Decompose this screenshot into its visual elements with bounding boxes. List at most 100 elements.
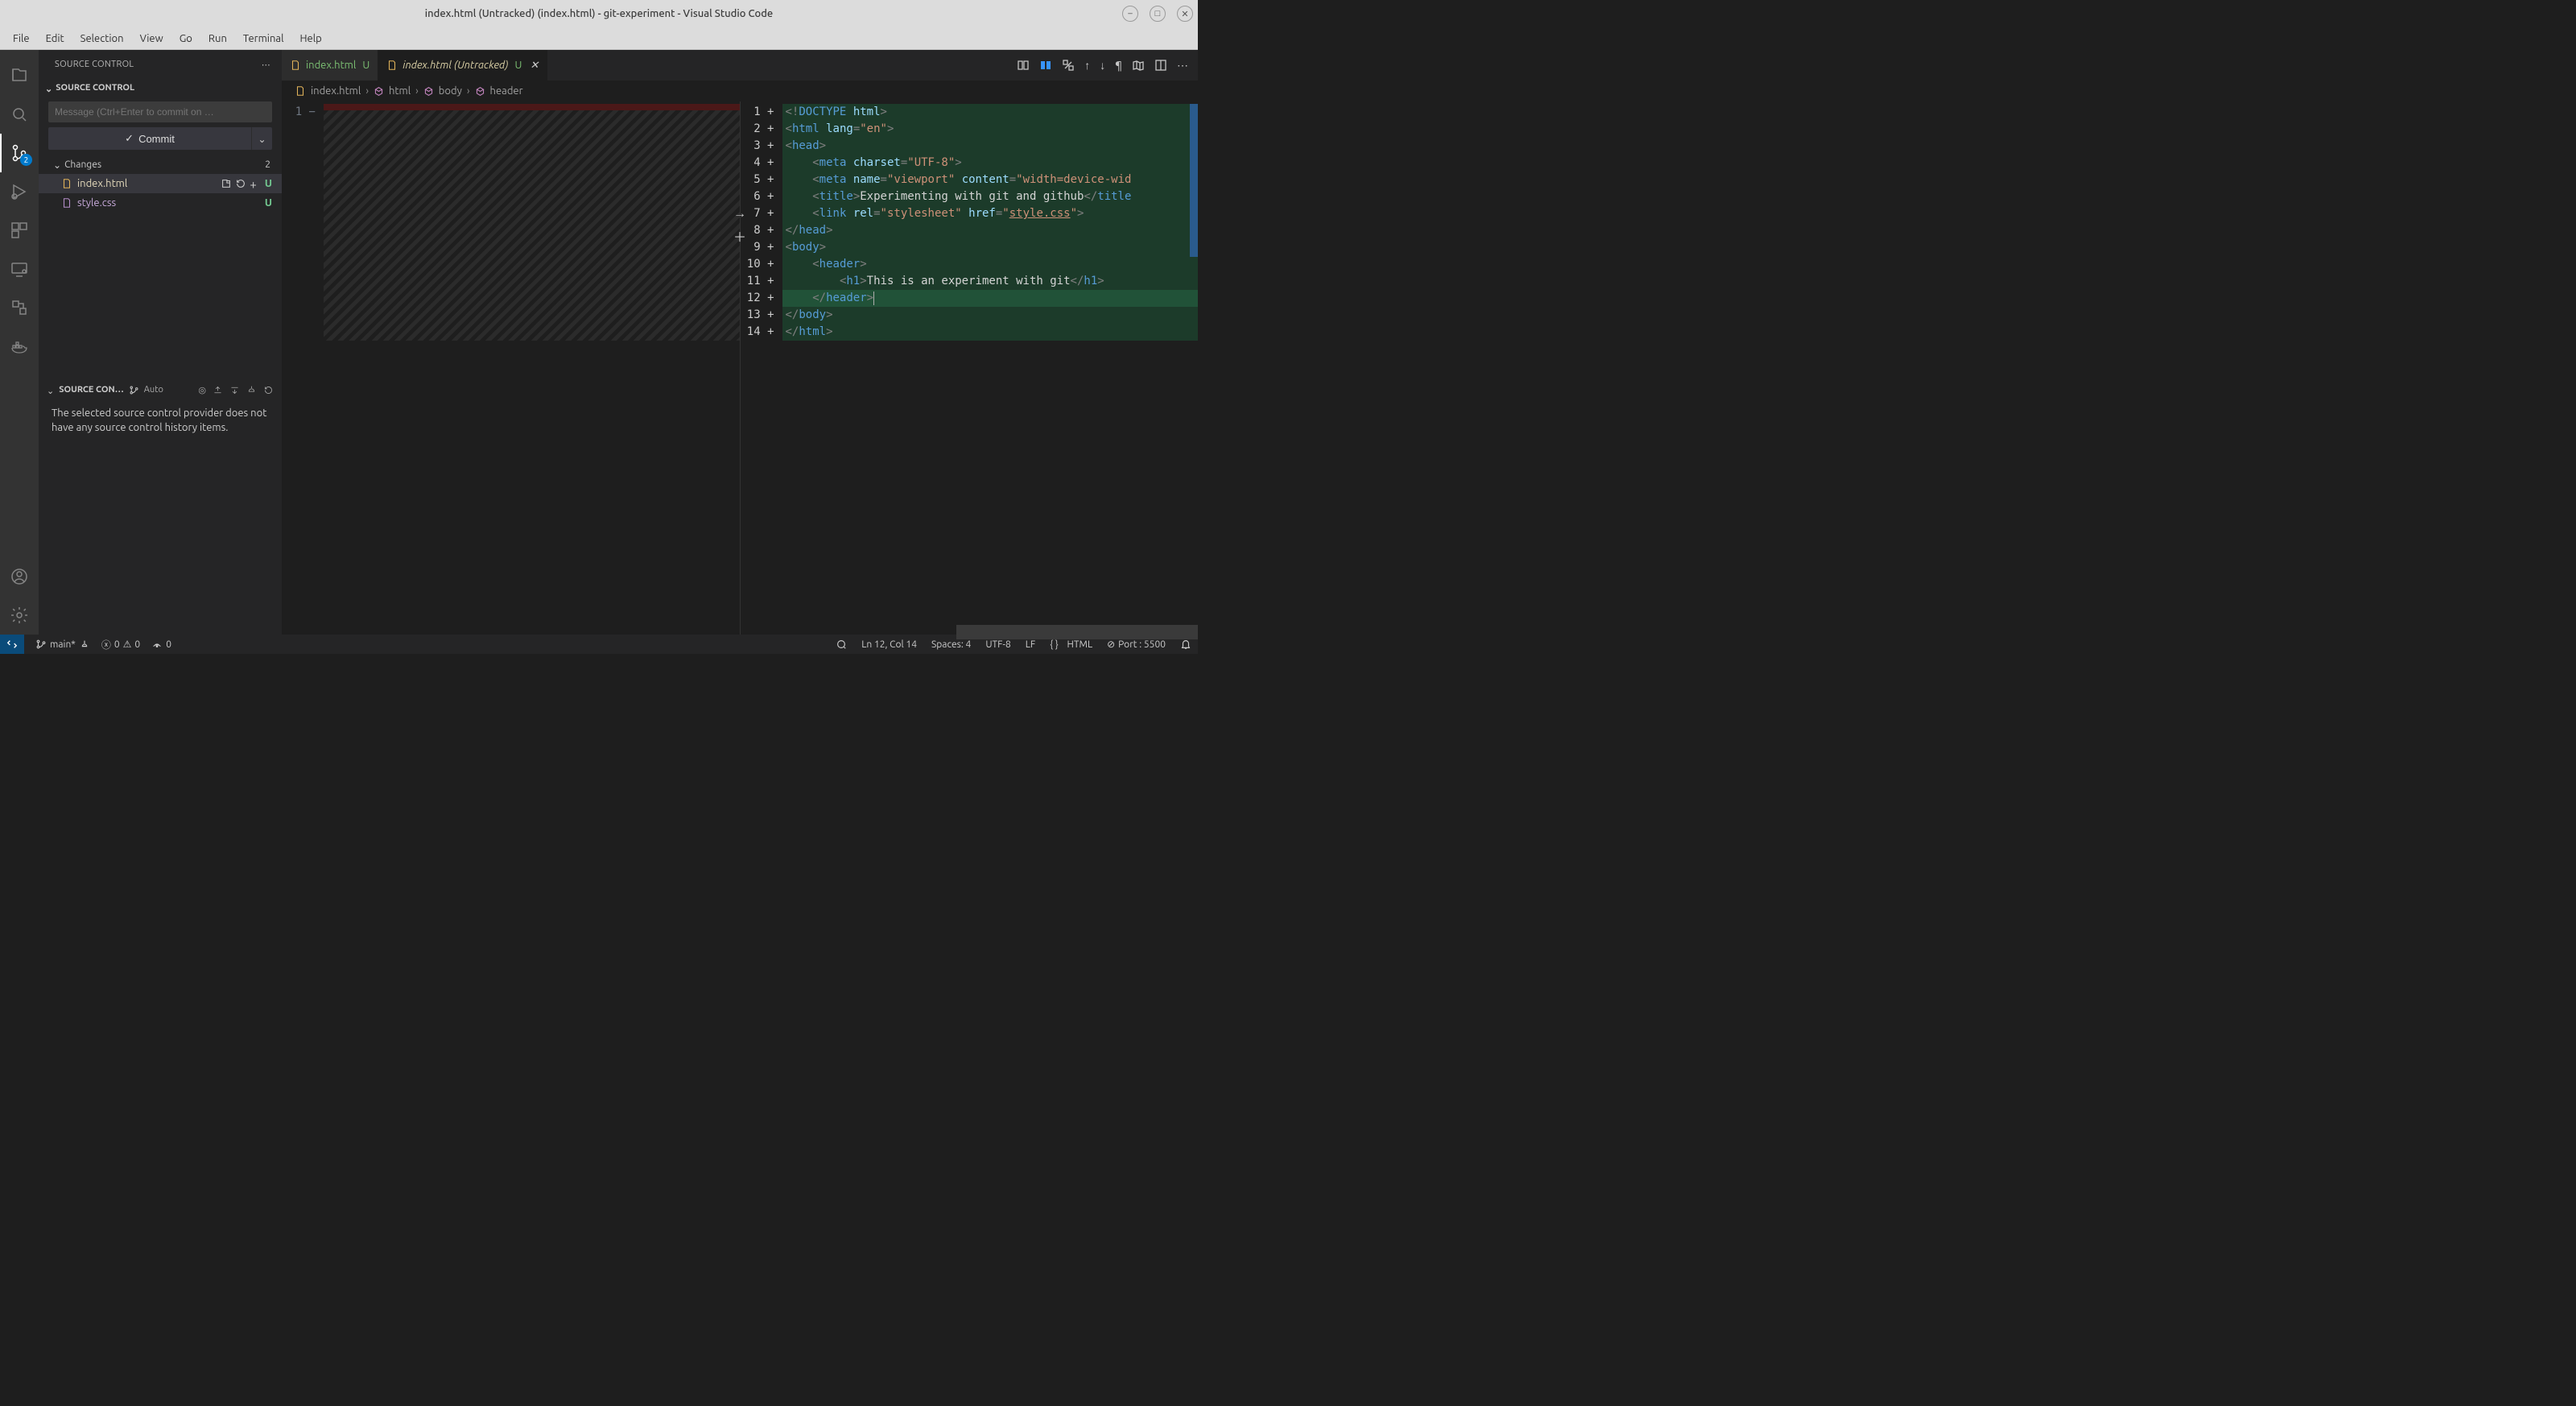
docker-icon[interactable] — [0, 327, 39, 366]
encoding[interactable]: UTF-8 — [985, 639, 1010, 650]
overview-ruler[interactable] — [1190, 104, 1198, 257]
graph-title: SOURCE CON… — [59, 385, 124, 395]
scm-graph-header[interactable]: ⌄ SOURCE CON… Auto ◎ — [39, 378, 282, 401]
maximize-button[interactable]: □ — [1150, 6, 1166, 22]
menu-help[interactable]: Help — [291, 30, 329, 48]
main-area: 2 SOURCE CONTROL — [0, 50, 1198, 635]
scm-section-title: SOURCE CONTROL — [56, 83, 134, 93]
tab-status: U — [362, 60, 369, 71]
menubar: FileEditSelectionViewGoRunTerminalHelp — [0, 27, 1198, 50]
show-changes-icon[interactable] — [1017, 59, 1030, 72]
graph-empty-message: The selected source control provider doe… — [39, 401, 282, 635]
html-file-icon — [61, 178, 72, 189]
diff-modified-pane[interactable]: 1 +2 +3 +4 +5 +6 +7 +8 +9 +10 +11 +12 +1… — [741, 101, 1199, 635]
arrow-down-icon[interactable]: ↓ — [1100, 59, 1105, 72]
feedback-icon[interactable] — [836, 639, 847, 650]
swap-icon[interactable] — [1062, 59, 1075, 72]
crumb-header[interactable]: header — [490, 85, 523, 97]
language-mode[interactable]: { } HTML — [1050, 639, 1092, 650]
commit-label: Commit — [138, 133, 175, 145]
sidebar: SOURCE CONTROL ⋯ ⌄ SOURCE CONTROL ✓ Comm… — [39, 50, 282, 635]
menu-go[interactable]: Go — [171, 30, 200, 48]
commit-button[interactable]: ✓ Commit — [48, 127, 251, 150]
error-icon: ⓧ — [101, 638, 111, 651]
crumb-body[interactable]: body — [439, 85, 462, 97]
changes-header[interactable]: ⌄ Changes 2 — [39, 155, 282, 174]
remote-explorer-icon[interactable] — [0, 250, 39, 288]
graph-tool-3[interactable] — [229, 385, 240, 395]
revert-arrow-icon[interactable]: → — [733, 206, 746, 221]
indentation[interactable]: Spaces: 4 — [931, 639, 971, 650]
plus-icon[interactable]: ＋ — [733, 226, 746, 246]
minimap[interactable] — [956, 625, 1198, 639]
tab-label: index.html (Untracked) — [402, 60, 508, 71]
live-server-port[interactable]: ⊘Port : 5500 — [1107, 639, 1166, 650]
eol[interactable]: LF — [1026, 639, 1035, 650]
crumb-file[interactable]: index.html — [311, 85, 361, 97]
crumb-html[interactable]: html — [389, 85, 411, 97]
branch-name: main* — [50, 639, 76, 650]
problems-indicator[interactable]: ⓧ0 ⚠0 — [101, 638, 140, 651]
diff-original-pane[interactable]: 1 − — [282, 101, 741, 635]
whitespace-icon[interactable]: ¶ — [1115, 59, 1122, 72]
tab-index-html-untracked[interactable]: index.html (Untracked) U ✕ — [378, 50, 547, 81]
broadcast-icon: ⊘ — [1107, 639, 1115, 650]
discard-icon[interactable] — [235, 178, 246, 189]
tab-label: index.html — [306, 60, 356, 71]
cursor-position[interactable]: Ln 12, Col 14 — [861, 639, 917, 650]
changes-count: 2 — [265, 159, 272, 170]
removed-placeholder — [324, 104, 740, 341]
graph-tool-1[interactable]: ◎ — [198, 385, 206, 395]
commit-message-input[interactable] — [48, 101, 272, 122]
tab-close-icon[interactable]: ✕ — [530, 60, 539, 72]
source-control-icon[interactable]: 2 — [0, 134, 39, 172]
menu-edit[interactable]: Edit — [38, 30, 72, 48]
change-item-style[interactable]: style.css U — [39, 193, 282, 213]
menu-view[interactable]: View — [132, 30, 171, 48]
close-button[interactable]: ✕ — [1177, 6, 1193, 22]
check-icon: ✓ — [125, 132, 134, 145]
commit-dropdown[interactable]: ⌄ — [251, 127, 272, 150]
scm-badge: 2 — [20, 154, 32, 166]
stage-icon[interactable]: + — [250, 177, 256, 191]
radio-indicator[interactable]: 0 — [151, 639, 171, 650]
code-area[interactable]: <!DOCTYPE html><html lang="en"><head> <m… — [782, 101, 1199, 635]
scm-section-header[interactable]: ⌄ SOURCE CONTROL — [39, 79, 282, 97]
graph-tool-2[interactable] — [213, 385, 223, 395]
search-icon[interactable] — [0, 95, 39, 134]
open-file-icon[interactable] — [221, 178, 232, 189]
warning-icon: ⚠ — [123, 639, 132, 650]
breadcrumb[interactable]: index.html › html › body › header — [282, 81, 1198, 101]
gutter-left: 1 − — [282, 101, 324, 635]
menu-selection[interactable]: Selection — [72, 30, 132, 48]
sidebar-title: SOURCE CONTROL — [55, 60, 134, 69]
menu-file[interactable]: File — [5, 30, 38, 48]
tab-index-html[interactable]: index.html U — [282, 50, 378, 81]
toggle-inline-icon[interactable] — [1039, 59, 1052, 72]
activity-bar: 2 — [0, 50, 39, 635]
arrow-up-icon[interactable]: ↑ — [1084, 59, 1090, 72]
more-icon[interactable]: ⋯ — [262, 60, 270, 70]
notifications-icon[interactable] — [1180, 639, 1191, 650]
graph-tool-4[interactable] — [246, 385, 257, 395]
more-actions-icon[interactable]: ⋯ — [1177, 59, 1188, 72]
html-file-icon — [295, 85, 306, 97]
extensions-icon[interactable] — [0, 211, 39, 250]
graph-refresh-icon[interactable] — [263, 385, 274, 395]
run-debug-icon[interactable] — [0, 172, 39, 211]
branch-indicator[interactable]: main* — [35, 639, 90, 650]
change-item-index[interactable]: index.html + U — [39, 174, 282, 193]
minimize-button[interactable]: – — [1122, 6, 1138, 22]
split-editor-icon[interactable] — [1154, 59, 1167, 72]
menu-run[interactable]: Run — [200, 30, 235, 48]
remote-indicator[interactable] — [0, 635, 24, 654]
explorer-icon[interactable] — [0, 56, 39, 95]
menu-terminal[interactable]: Terminal — [235, 30, 292, 48]
settings-gear-icon[interactable] — [0, 596, 39, 635]
tab-status: U — [514, 60, 522, 71]
diff-center-controls: → ＋ — [733, 206, 746, 246]
map-icon[interactable] — [1132, 59, 1145, 72]
database-icon[interactable] — [0, 288, 39, 327]
css-file-icon — [61, 197, 72, 209]
accounts-icon[interactable] — [0, 557, 39, 596]
